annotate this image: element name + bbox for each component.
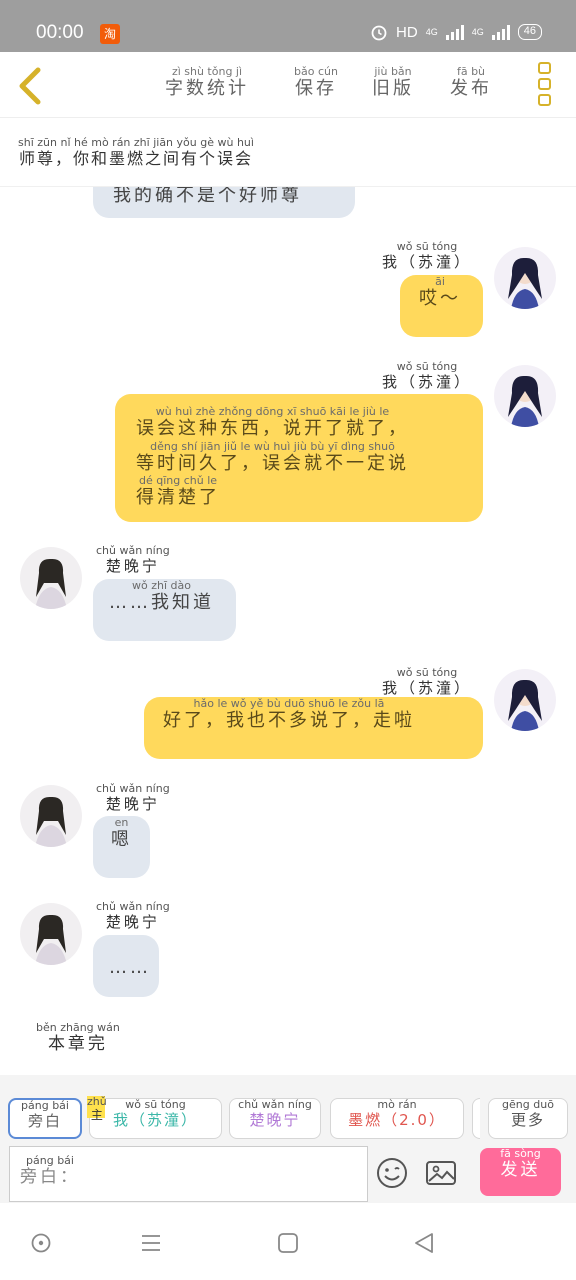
message-bubble[interactable]: …… xyxy=(93,935,159,997)
role-narrator[interactable]: 旁白páng bái xyxy=(8,1098,82,1139)
publish-button[interactable]: 发布fā bù xyxy=(450,65,492,100)
network-type-2: 4G xyxy=(471,27,484,37)
image-icon[interactable] xyxy=(424,1156,458,1190)
message-bubble[interactable]: 嗯en xyxy=(93,816,150,878)
chapter-summary: 师尊，你和墨燃之间有个误会shī zūn nǐ hé mò rán zhī ji… xyxy=(0,119,576,187)
message-text: 嗯 xyxy=(111,829,132,850)
old-version-button[interactable]: 旧版jiù bǎn xyxy=(372,65,414,100)
avatar-chuwanning[interactable] xyxy=(20,903,82,965)
speaker-name: 我（苏潼）wǒ sū tóng xyxy=(382,666,473,697)
circle-home-icon[interactable] xyxy=(29,1231,53,1255)
status-icons: HD 4G 4G 46 xyxy=(370,23,542,41)
signal-icon-2 xyxy=(491,24,510,40)
speaker-name: 楚晚宁chǔ wǎn níng xyxy=(96,544,170,575)
message-bubble[interactable]: ……我知道wǒ zhī dào xyxy=(93,579,236,641)
taobao-app-icon: 淘 xyxy=(100,24,120,44)
alarm-icon xyxy=(371,25,387,41)
speaker-name: 我（苏潼）wǒ sū tóng xyxy=(382,240,473,271)
clock: 00:00 xyxy=(36,22,84,43)
menu-icon[interactable] xyxy=(139,1231,163,1255)
avatar-chuwanning[interactable] xyxy=(20,785,82,847)
chat-list[interactable]: 我的确不是个好师尊 我（苏潼）wǒ sū tóng 哎～āi 我（苏潼）wǒ s… xyxy=(0,187,576,1075)
top-toolbar: 字数统计zì shù tǒng jì 保存bǎo cún 旧版jiù bǎn 发… xyxy=(0,52,576,118)
avatar-chuwanning[interactable] xyxy=(20,547,82,609)
message-bubble[interactable]: 误会这种东西，说开了就了，wù huì zhè zhǒng dōng xī sh… xyxy=(115,394,483,522)
battery-icon: 46 xyxy=(517,24,542,40)
hd-indicator: HD xyxy=(396,23,418,41)
message-text: 好了，我也不多说了，走啦 xyxy=(163,710,415,731)
triangle-back-icon[interactable] xyxy=(412,1231,436,1255)
message-bubble[interactable]: 好了，我也不多说了，走啦hǎo le wǒ yě bù duō shuō le … xyxy=(144,697,483,759)
network-type-1: 4G xyxy=(425,27,438,37)
summary-text: 师尊，你和墨燃之间有个误会 xyxy=(18,149,254,168)
speaker-name: 楚晚宁chǔ wǎn níng xyxy=(96,900,170,931)
more-vertical-icon[interactable] xyxy=(538,62,552,106)
avatar-sutong[interactable] xyxy=(494,365,556,427)
square-icon[interactable] xyxy=(276,1231,300,1255)
message-text: ……我知道 xyxy=(109,592,214,613)
role-moran[interactable]: 墨燃（2.0）mò rán xyxy=(330,1098,464,1139)
status-bar: 00:00 淘 HD 4G 4G 46 xyxy=(0,0,576,52)
message-input[interactable]: 旁白：páng bái xyxy=(9,1146,368,1202)
send-button[interactable]: 发送fā sòng xyxy=(480,1147,561,1196)
system-nav-bar xyxy=(0,1203,576,1280)
chevron-left-icon[interactable] xyxy=(14,66,48,106)
emoji-icon[interactable] xyxy=(375,1156,409,1190)
more-roles-button[interactable]: 更多gēng duō xyxy=(488,1098,568,1139)
avatar-sutong[interactable] xyxy=(494,669,556,731)
save-button[interactable]: 保存bǎo cún xyxy=(294,65,338,100)
avatar-sutong[interactable] xyxy=(494,247,556,309)
message-text: 我的确不是个好师尊 xyxy=(113,187,302,206)
speaker-name: 我（苏潼）wǒ sū tóng xyxy=(382,360,473,391)
role-chuwanning[interactable]: 楚晚宁chǔ wǎn níng xyxy=(229,1098,321,1139)
chapter-end-label: 本章完běn zhāng wán xyxy=(36,1021,120,1054)
message-text: 哎～ xyxy=(419,288,461,309)
main-role-badge: 主zhǔ xyxy=(87,1095,107,1122)
role-partial xyxy=(472,1098,480,1139)
message-bubble[interactable]: 我的确不是个好师尊 xyxy=(93,187,355,218)
role-sutong[interactable]: 我（苏潼）wǒ sū tóng xyxy=(89,1098,222,1139)
signal-icon-1 xyxy=(445,24,464,40)
message-bubble[interactable]: 哎～āi xyxy=(400,275,483,337)
message-text: …… xyxy=(109,957,151,978)
speaker-name: 楚晚宁chǔ wǎn níng xyxy=(96,782,170,813)
word-count-button[interactable]: 字数统计zì shù tǒng jì xyxy=(165,65,249,100)
